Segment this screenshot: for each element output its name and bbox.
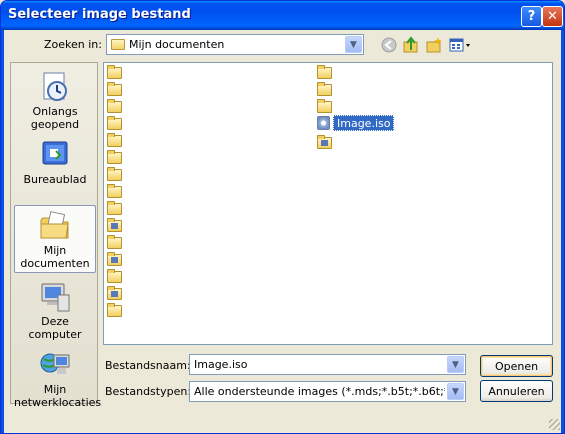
folder-icon [317, 82, 332, 96]
new-folder-icon[interactable] [425, 36, 443, 54]
folder-icon [107, 269, 122, 283]
folder-icon [107, 201, 122, 215]
folder-item[interactable] [107, 150, 125, 166]
title-bar[interactable]: Selecteer image bestand ? ✕ [1, 1, 564, 30]
folder-item[interactable] [317, 65, 335, 81]
file-name: Image.iso [333, 115, 395, 131]
folder-icon [107, 303, 122, 317]
folder-icon [107, 150, 122, 164]
window-frame-right [561, 30, 564, 433]
folder-icon [107, 65, 122, 79]
filename-value[interactable]: Image.iso [194, 358, 247, 371]
place-my-computer[interactable]: Deze computer [14, 277, 96, 343]
folder-icon [107, 99, 122, 113]
lookin-value: Mijn documenten [129, 38, 225, 51]
place-recent[interactable]: Onlangs geopend [14, 67, 96, 133]
folder-icon [107, 167, 122, 181]
window-frame-left [1, 30, 4, 433]
filetype-dropdown[interactable]: Alle ondersteunde images (*.mds;*.b5t;*.… [189, 381, 466, 402]
folder-icon [107, 252, 122, 266]
folder-item[interactable] [107, 218, 125, 234]
up-folder-icon[interactable] [402, 36, 420, 54]
folder-icon [317, 99, 332, 113]
file-list[interactable]: Image.iso [103, 62, 553, 345]
folder-item[interactable] [107, 116, 125, 132]
resize-grip[interactable] [549, 419, 560, 430]
folder-item[interactable] [107, 184, 125, 200]
folder-icon [107, 184, 122, 198]
chevron-down-icon[interactable]: ▼ [447, 383, 464, 400]
folder-icon [107, 82, 122, 96]
folder-item[interactable] [107, 303, 125, 319]
filetype-value: Alle ondersteunde images (*.mds;*.b5t;*.… [194, 385, 445, 398]
chevron-down-icon[interactable]: ▼ [447, 356, 464, 373]
network-places-icon [38, 349, 72, 381]
place-label: Deze computer [28, 315, 82, 341]
places-bar: Onlangs geopend Bureaublad Mijn document… [10, 62, 101, 409]
folder-icon [107, 235, 122, 249]
file-open-dialog: Selecteer image bestand ? ✕ Zoeken in: M… [0, 0, 565, 434]
folder-item[interactable] [107, 65, 125, 81]
place-desktop[interactable]: Bureaublad [14, 135, 96, 201]
folder-item[interactable] [107, 286, 125, 302]
folder-item[interactable] [107, 99, 125, 115]
folder-item[interactable] [107, 167, 125, 183]
filetype-label: Bestandstypen: [105, 385, 192, 398]
my-computer-icon [38, 281, 72, 313]
help-button[interactable]: ? [521, 6, 542, 27]
folder-icon [107, 286, 122, 300]
folder-item[interactable] [107, 269, 125, 285]
close-button[interactable]: ✕ [542, 6, 563, 27]
place-label: Bureaublad [23, 173, 87, 186]
chevron-down-icon[interactable]: ▼ [345, 36, 362, 53]
my-documents-small-icon [111, 39, 125, 50]
place-label: Onlangs geopend [30, 105, 80, 131]
file-item-selected[interactable]: Image.iso [317, 115, 397, 131]
place-my-documents[interactable]: Mijn documenten [14, 205, 96, 273]
folder-item[interactable] [317, 99, 335, 115]
folder-item[interactable] [107, 133, 125, 149]
views-menu-icon[interactable] [449, 36, 473, 54]
folder-item[interactable] [107, 201, 125, 217]
folder-item[interactable] [317, 82, 335, 98]
folder-item[interactable] [317, 135, 335, 151]
filename-combobox[interactable]: Image.iso ▼ [189, 354, 466, 375]
back-arrow-icon[interactable] [380, 36, 398, 54]
open-button[interactable]: Openen [480, 355, 553, 377]
lookin-dropdown[interactable]: Mijn documenten ▼ [106, 34, 364, 55]
folder-icon [107, 218, 122, 232]
folder-item[interactable] [107, 82, 125, 98]
place-label: Mijn documenten [20, 244, 90, 270]
folder-item[interactable] [107, 235, 125, 251]
cancel-button[interactable]: Annuleren [480, 380, 553, 402]
place-label: Mijn netwerklocaties [14, 383, 102, 409]
folder-item[interactable] [107, 252, 125, 268]
my-documents-icon [38, 210, 72, 242]
shortcut-folder-icon [317, 135, 332, 149]
place-network[interactable]: Mijn netwerklocaties [14, 345, 101, 409]
window-title: Selecteer image bestand [8, 7, 191, 22]
filename-label: Bestandsnaam: [105, 359, 191, 372]
lookin-label: Zoeken in: [44, 38, 102, 51]
disc-image-icon [317, 116, 330, 130]
desktop-icon [38, 139, 72, 171]
folder-icon [107, 133, 122, 147]
folder-icon [107, 116, 122, 130]
folder-icon [317, 65, 332, 79]
recent-documents-icon [38, 71, 72, 103]
